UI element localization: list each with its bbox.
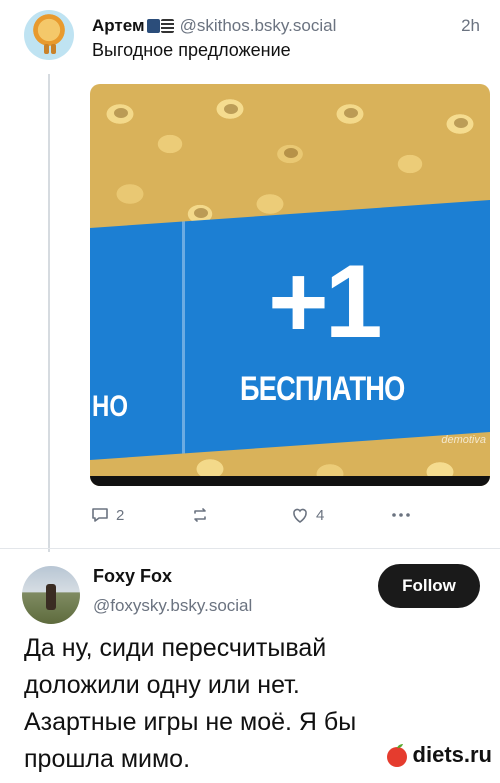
avatar[interactable] [22,566,80,624]
heart-icon [293,508,307,523]
more-options-button[interactable] [390,505,412,525]
brand-label: diets.ru [412,742,492,767]
author-name[interactable]: Артем [92,16,145,36]
post-text-line: Азартные игры не моё. Я бы [24,708,357,736]
avatar[interactable] [24,10,74,60]
author-handle[interactable]: @foxysky.bsky.social [93,596,252,616]
free-text-partial: НО [92,390,128,423]
free-text: БЕСПЛАТНО [240,370,405,408]
plus-one-text: +1 [268,244,383,360]
post-text-line: доложили одну или нет. [24,671,300,699]
author-name[interactable]: Foxy Fox [93,566,172,587]
flag-emoji-icon [146,19,174,33]
post-actions: 2 4 [90,500,410,530]
post-header: Артем @skithos.bsky.social 2h [92,14,484,38]
image-bottom-border [90,476,490,486]
reply-button[interactable]: 2 [90,505,124,525]
like-count: 4 [316,506,325,524]
apple-icon [386,744,407,767]
author-handle[interactable]: @skithos.bsky.social [180,16,337,36]
repost-button[interactable] [190,505,216,525]
reply-icon [92,508,108,522]
post-text: Выгодное предложение [92,40,291,60]
thread-line [48,74,50,552]
reply-count: 2 [116,506,125,524]
follow-button[interactable]: Follow [378,564,480,608]
watermark: demotiva [441,434,486,446]
post-divider [0,548,500,549]
repost-icon [194,508,206,522]
like-button[interactable]: 4 [290,505,324,525]
post-time[interactable]: 2h [461,16,480,36]
post-image[interactable]: +1 НО БЕСПЛАТНО demotiva [90,84,490,486]
more-icon [392,513,410,517]
brand-watermark: diets.ru [385,742,492,768]
post-text-line: Да ну, сиди пересчитывай [24,634,327,662]
